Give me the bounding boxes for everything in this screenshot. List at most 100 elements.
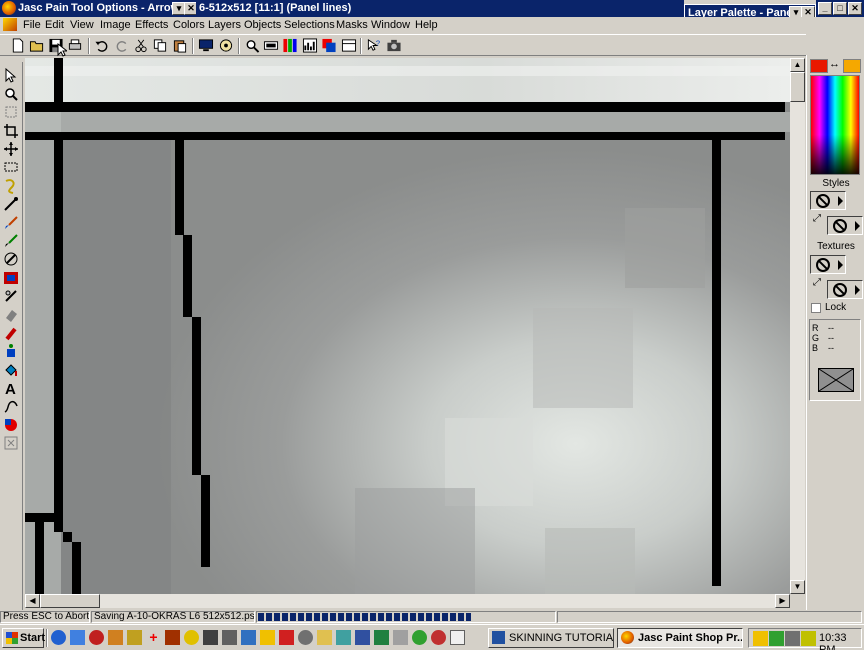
- close-button[interactable]: ✕: [848, 2, 862, 15]
- background-texture-button[interactable]: [827, 280, 863, 299]
- menu-image[interactable]: Image: [97, 18, 134, 32]
- document-icon[interactable]: [3, 18, 17, 31]
- paint-icon[interactable]: [374, 630, 389, 645]
- new-file-icon[interactable]: [10, 38, 26, 53]
- tray-audio-icon[interactable]: [785, 631, 800, 646]
- lock-checkbox[interactable]: [811, 303, 821, 313]
- image-canvas[interactable]: [25, 58, 790, 594]
- swap-styles-icon[interactable]: ⤢: [813, 213, 821, 224]
- arrow-tool-icon[interactable]: [3, 68, 19, 84]
- explorer-icon[interactable]: [184, 630, 199, 645]
- color-spectrum[interactable]: [810, 75, 860, 175]
- scroll-right-arrow-icon[interactable]: ▶: [775, 594, 790, 608]
- color-replacer-tool-icon[interactable]: [3, 251, 19, 267]
- bird-icon[interactable]: [165, 630, 180, 645]
- overview-icon[interactable]: [263, 38, 279, 53]
- text-tool-icon[interactable]: A: [3, 380, 19, 396]
- foreground-color-swatch[interactable]: [810, 59, 828, 73]
- hand-icon[interactable]: [260, 630, 275, 645]
- retouch-tool-icon[interactable]: [3, 270, 19, 286]
- background-color-swatch[interactable]: [843, 59, 861, 73]
- swap-textures-icon[interactable]: ⤢: [813, 277, 821, 288]
- vertical-scroll-thumb[interactable]: [790, 72, 805, 102]
- disk-icon[interactable]: [222, 630, 237, 645]
- browse-icon[interactable]: [218, 38, 234, 53]
- layer-palette-icon[interactable]: [321, 38, 337, 53]
- chat-icon[interactable]: [450, 630, 465, 645]
- vertical-scrollbar[interactable]: ▲ ▼: [790, 58, 805, 594]
- tray-network-icon[interactable]: [769, 631, 784, 646]
- cut-icon[interactable]: [133, 38, 149, 53]
- outlook-icon[interactable]: [70, 630, 85, 645]
- tray-monitor-icon[interactable]: [801, 631, 816, 646]
- print-icon[interactable]: [67, 38, 83, 53]
- globe-icon[interactable]: [412, 630, 427, 645]
- context-help-icon[interactable]: ?: [366, 38, 382, 53]
- menu-masks[interactable]: Masks: [333, 18, 371, 32]
- open-folder-icon[interactable]: [29, 38, 45, 53]
- menu-help[interactable]: Help: [412, 18, 441, 32]
- swap-colors-icon[interactable]: ↔: [829, 58, 840, 70]
- computer-icon[interactable]: [355, 630, 370, 645]
- tool-options-icon[interactable]: [341, 38, 357, 53]
- undo-icon[interactable]: [94, 38, 110, 53]
- scratch-remover-tool-icon[interactable]: [3, 288, 19, 304]
- menu-view[interactable]: View: [67, 18, 97, 32]
- scroll-left-arrow-icon[interactable]: ◀: [25, 594, 40, 608]
- scroll-down-arrow-icon[interactable]: ▼: [790, 580, 805, 594]
- background-style-button[interactable]: [827, 216, 863, 235]
- tool-options-close-button[interactable]: ✕: [184, 2, 196, 15]
- arrow-tool-shortcut-icon[interactable]: [127, 630, 142, 645]
- fan-icon[interactable]: [298, 630, 313, 645]
- taskbar-item-paint-shop-pro[interactable]: Jasc Paint Shop Pr...: [617, 628, 743, 648]
- clock-app-icon[interactable]: [431, 630, 446, 645]
- paste-icon[interactable]: [172, 38, 188, 53]
- media-player-icon[interactable]: [89, 630, 104, 645]
- ie-browser-icon[interactable]: [51, 630, 66, 645]
- histogram-icon[interactable]: [302, 38, 318, 53]
- freehand-tool-icon[interactable]: [3, 178, 19, 194]
- flood-fill-tool-icon[interactable]: [3, 362, 19, 378]
- color-palette-icon[interactable]: [282, 38, 298, 53]
- document-title-bar[interactable]: 6-512x512 [11:1] (Panel lines): [196, 0, 684, 17]
- red-app-icon[interactable]: [279, 630, 294, 645]
- tool-options-title-bar[interactable]: Tool Options - Arrow ▾ ✕: [68, 0, 196, 17]
- picture-tube-tool-icon[interactable]: [3, 325, 19, 341]
- selection-tool-icon[interactable]: [3, 159, 19, 175]
- tray-hand-icon[interactable]: [753, 631, 768, 646]
- camera-icon[interactable]: [386, 38, 402, 53]
- menu-colors[interactable]: Colors: [170, 18, 208, 32]
- horizontal-scroll-thumb[interactable]: [40, 594, 100, 608]
- menu-objects[interactable]: Objects: [241, 18, 284, 32]
- mover-tool-icon[interactable]: [3, 141, 19, 157]
- menu-edit[interactable]: Edit: [42, 18, 67, 32]
- object-selector-tool-icon[interactable]: [3, 435, 19, 451]
- airbrush-tool-icon[interactable]: [3, 343, 19, 359]
- redo-icon[interactable]: [114, 38, 130, 53]
- foreground-style-button[interactable]: [810, 191, 846, 210]
- eraser-tool-icon[interactable]: [3, 307, 19, 323]
- app-title-bar[interactable]: Jasc Paint: [0, 0, 68, 17]
- menu-effects[interactable]: Effects: [132, 18, 171, 32]
- copy-icon[interactable]: [152, 38, 168, 53]
- clone-brush-tool-icon[interactable]: [3, 233, 19, 249]
- taskbar-item-skinning-tutorial[interactable]: SKINNING TUTORIAL ...: [488, 628, 614, 648]
- folder-shortcut-icon[interactable]: [317, 630, 332, 645]
- scroll-up-arrow-icon[interactable]: ▲: [790, 58, 805, 72]
- paintbrush-tool-icon[interactable]: [3, 215, 19, 231]
- crop-tool-icon[interactable]: [3, 123, 19, 139]
- start-button[interactable]: Start: [2, 628, 45, 648]
- dropper-tool-icon[interactable]: [3, 196, 19, 212]
- network-icon[interactable]: [241, 630, 256, 645]
- menu-file[interactable]: File: [20, 18, 44, 32]
- menu-layers[interactable]: Layers: [205, 18, 244, 32]
- draw-tool-icon[interactable]: [3, 398, 19, 414]
- deformation-tool-icon[interactable]: [3, 104, 19, 120]
- printer-shortcut-icon[interactable]: [203, 630, 218, 645]
- maximize-button[interactable]: □: [833, 2, 847, 15]
- medical-cross-icon[interactable]: +: [146, 630, 161, 645]
- contacts-icon[interactable]: [336, 630, 351, 645]
- zoom-tool-icon[interactable]: [3, 86, 19, 102]
- pencil-icon[interactable]: [393, 630, 408, 645]
- horizontal-scrollbar[interactable]: ◀ ▶: [25, 594, 790, 608]
